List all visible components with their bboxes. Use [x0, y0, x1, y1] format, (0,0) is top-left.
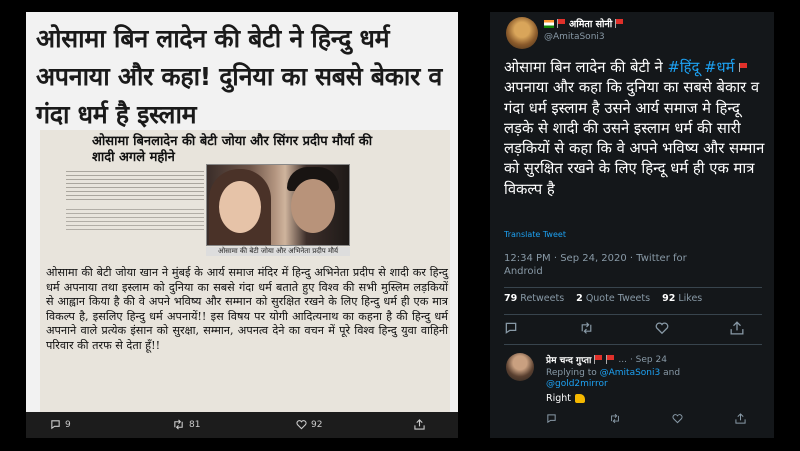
headline: ओसामा बिन लादेन की बेटी ने हिन्दु धर्म अ… — [36, 24, 443, 129]
tweet-text-end: अपनाया और कहा कि दुनिया का सबसे बेकार व … — [504, 79, 765, 198]
hashtag-hindu[interactable]: #हिंदू — [667, 59, 699, 76]
left-tweet-image-panel: ओसामा बिन लादेन की बेटी ने हिन्दु धर्म अ… — [26, 12, 458, 438]
display-name: अमिता सोनी — [569, 19, 613, 30]
tweet-actions — [504, 321, 744, 337]
tweet-text-start: ओसामा बिन लादेन की बेटी ने — [504, 59, 668, 76]
reply-date: · Sep 24 — [629, 354, 667, 365]
red-flag-icon — [739, 63, 748, 72]
share-icon — [414, 419, 425, 430]
replying-prefix: Replying to — [546, 368, 600, 378]
newspaper-clipping: ओसामा बिनलादेन की बेटी जोया और सिंगर प्र… — [40, 130, 450, 415]
quote-tweets-stat[interactable]: 2 Quote Tweets — [576, 293, 650, 304]
red-flag-icon — [606, 355, 615, 364]
comment-icon[interactable] — [546, 413, 557, 424]
avatar[interactable] — [506, 17, 538, 49]
clipping-title: ओसामा बिनलादेन की बेटी जोया और सिंगर प्र… — [92, 134, 373, 165]
like-action[interactable]: 92 — [296, 419, 322, 430]
share-icon[interactable] — [730, 321, 744, 335]
retweet-icon[interactable] — [579, 321, 594, 335]
reply-text: Right — [546, 393, 586, 404]
retweet-count: 81 — [189, 419, 201, 430]
heart-icon — [296, 420, 307, 430]
tweet-meta: 12:34 PM · Sep 24, 2020 · Twitter for An… — [504, 253, 687, 277]
mention-gold2mirror[interactable]: @gold2mirror — [546, 379, 608, 389]
retweet-icon — [174, 419, 183, 430]
reply-action[interactable]: 9 — [50, 419, 71, 430]
reply-actions — [546, 413, 746, 424]
like-count: 92 — [311, 419, 323, 430]
reply-handle-truncated: ... — [618, 354, 627, 365]
share-action[interactable] — [414, 419, 425, 430]
translate-tweet-link[interactable]: Translate Tweet — [504, 230, 566, 239]
red-flag-icon — [615, 19, 624, 28]
reply-text-value: Right — [546, 393, 572, 404]
retweet-icon[interactable] — [609, 413, 621, 424]
hashtag-dharm[interactable]: #धर्म — [704, 59, 734, 76]
tweet-stats: 79 Retweets 2 Quote Tweets 92 Likes — [504, 293, 702, 304]
mention-amitasoni3[interactable]: @AmitaSoni3 — [600, 368, 661, 378]
red-flag-icon — [594, 355, 603, 364]
handle[interactable]: @AmitaSoni3 — [544, 32, 605, 42]
heart-icon[interactable] — [672, 413, 683, 424]
right-tweet-panel: अमिता सोनी @AmitaSoni3 ओसामा बिन लादेन क… — [490, 12, 774, 438]
clipping-byline — [66, 168, 204, 202]
replying-to: Replying to @AmitaSoni3 and @gold2mirror — [546, 368, 746, 390]
reply-count: 9 — [65, 419, 71, 430]
thumbs-up-icon — [575, 394, 586, 403]
retweet-action[interactable]: 81 — [172, 419, 200, 430]
divider — [504, 344, 762, 345]
photo-caption: ओसामा की बेटी जोया और अभिनेता प्रदीप मौर… — [206, 247, 350, 256]
replying-and: and — [660, 368, 681, 378]
username[interactable]: अमिता सोनी — [544, 17, 624, 30]
left-tweet-actions: 9 81 92 — [26, 412, 458, 438]
divider — [504, 314, 762, 315]
india-flag-icon — [544, 19, 554, 28]
share-icon[interactable] — [735, 413, 746, 424]
reply-username[interactable]: प्रेम चन्द गुप्ता — [546, 353, 591, 366]
divider — [504, 287, 762, 288]
reply-header: प्रेम चन्द गुप्ता ... · Sep 24 — [546, 353, 667, 367]
retweets-stat[interactable]: 79 Retweets — [504, 293, 564, 304]
tweet-text: ओसामा बिन लादेन की बेटी ने #हिंदू #धर्म … — [504, 58, 766, 200]
clipping-column — [66, 206, 204, 230]
couple-photo — [206, 164, 350, 246]
reply-avatar[interactable] — [506, 353, 534, 381]
comment-icon[interactable] — [504, 321, 518, 335]
comment-icon — [51, 420, 60, 430]
heart-icon[interactable] — [655, 321, 669, 335]
red-flag-icon — [557, 19, 566, 28]
likes-stat[interactable]: 92 Likes — [662, 293, 702, 304]
clipping-article: ओसामा की बेटी जोया खान ने मुंबई के आर्य … — [46, 266, 448, 352]
